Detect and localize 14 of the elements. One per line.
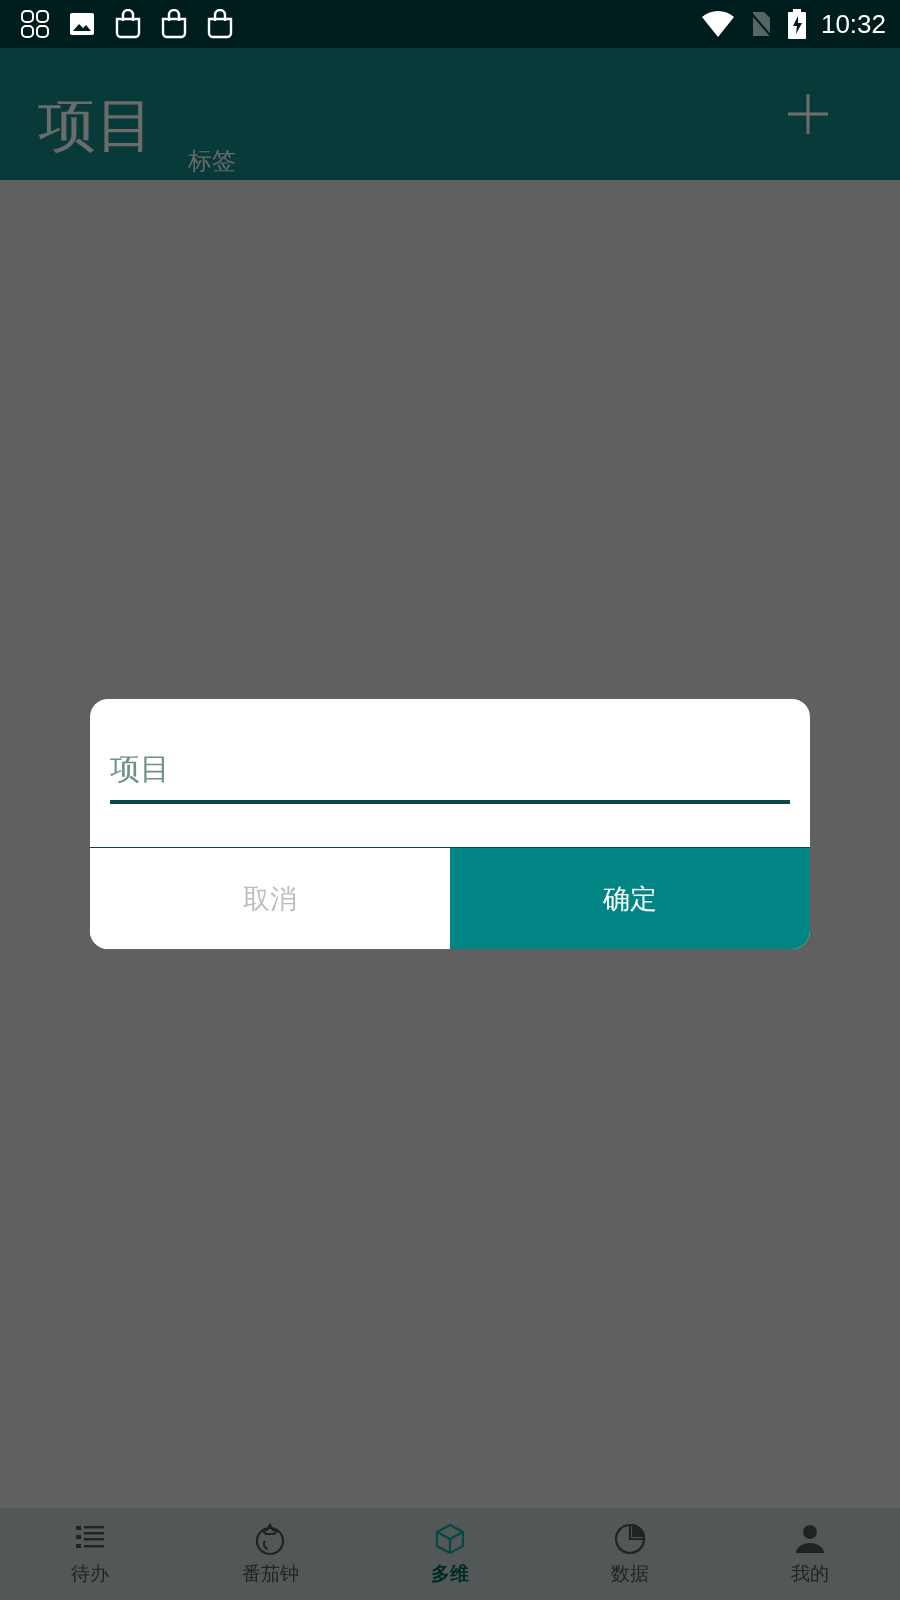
apps-icon: [20, 9, 50, 39]
shopping-bag-icon: [206, 9, 234, 39]
nav-tab[interactable]: 多维: [360, 1508, 540, 1600]
clock: 10:32: [820, 8, 886, 40]
add-icon[interactable]: [786, 92, 830, 136]
shopping-bag-icon: [114, 9, 142, 39]
pie-chart-icon: [612, 1521, 648, 1557]
tab[interactable]: 标签: [188, 145, 236, 177]
charging-battery-icon: [786, 9, 807, 39]
confirm-button[interactable]: 确定: [450, 848, 810, 949]
shopping-bag-icon: [160, 9, 188, 39]
wifi-icon: [700, 10, 735, 38]
image-icon: [68, 10, 96, 38]
tab[interactable]: 项目: [38, 87, 154, 165]
